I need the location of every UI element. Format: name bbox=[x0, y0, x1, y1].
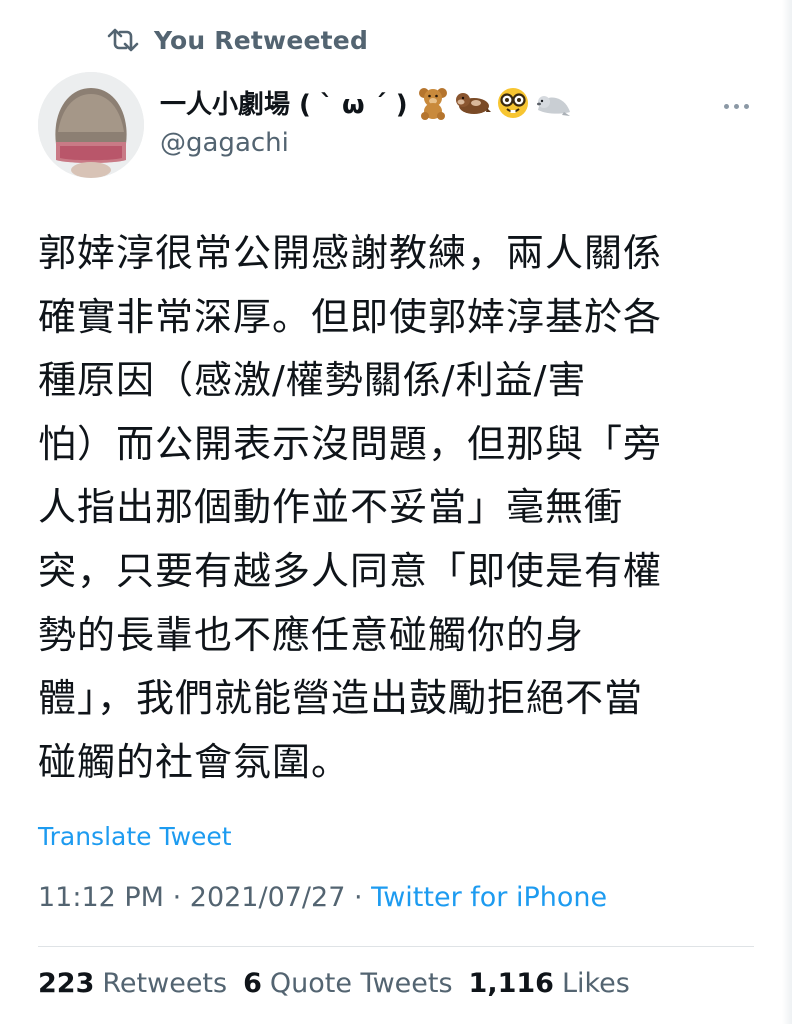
tweet-line: 碰觸的社會氛圍。 bbox=[38, 739, 351, 784]
retweets-count: 223 bbox=[38, 968, 95, 999]
more-dot-icon bbox=[743, 103, 749, 109]
tweet-line: 勢的長輩也不應任意碰觸你的身 bbox=[38, 612, 585, 657]
tweet-line: 人指出那個動作並不妥當」毫無衝 bbox=[38, 485, 624, 530]
tweet-line: 突，只要有越多人同意「即使是有權 bbox=[38, 548, 663, 593]
retweets-label: Retweets bbox=[102, 968, 228, 999]
retweets-stat[interactable]: 223 Retweets bbox=[38, 968, 227, 999]
more-dot-icon bbox=[723, 103, 729, 109]
display-name: 一人小劇場 ( ˋ ω ˊ ) bbox=[160, 90, 408, 120]
name-emojis bbox=[416, 86, 572, 120]
author-handle[interactable]: @gagachi bbox=[160, 128, 289, 158]
quote-tweets-stat[interactable]: 6 Quote Tweets bbox=[243, 968, 452, 999]
meta-separator: · bbox=[353, 882, 363, 913]
translate-tweet-link[interactable]: Translate Tweet bbox=[38, 822, 232, 851]
tweet-meta: 11:12 PM · 2021/07/27 · Twitter for iPho… bbox=[38, 882, 607, 913]
tweet-line: 怕）而公開表示沒問題，但那與「旁 bbox=[38, 421, 663, 466]
divider bbox=[38, 946, 754, 947]
nerd-face-icon bbox=[496, 86, 530, 120]
tweet-text: 郭婞淳很常公開感謝教練，兩人關係 確實非常深厚。但即使郭婞淳基於各 種原因（感激… bbox=[38, 222, 758, 794]
tweet-time[interactable]: 11:12 PM bbox=[38, 882, 164, 913]
more-options-button[interactable] bbox=[718, 92, 754, 120]
likes-count: 1,116 bbox=[468, 968, 554, 999]
more-dot-icon bbox=[733, 103, 739, 109]
quote-tweets-label: Quote Tweets bbox=[269, 968, 453, 999]
tweet-line: 體」，我們就能營造出鼓勵拒絕不當 bbox=[38, 676, 644, 721]
tweet-date[interactable]: 2021/07/27 bbox=[190, 882, 346, 913]
likes-label: Likes bbox=[561, 968, 630, 999]
likes-stat[interactable]: 1,116 Likes bbox=[469, 968, 630, 999]
retweet-label: You Retweeted bbox=[154, 25, 369, 55]
otter-icon bbox=[454, 86, 492, 120]
retweet-banner[interactable]: You Retweeted bbox=[106, 20, 368, 60]
tweet-line: 郭婞淳很常公開感謝教練，兩人關係 bbox=[38, 231, 663, 275]
engagement-stats: 223 Retweets 6 Quote Tweets 1,116 Likes bbox=[38, 968, 630, 999]
avatar[interactable] bbox=[38, 72, 144, 178]
author-name[interactable]: 一人小劇場 ( ˋ ω ˊ ) bbox=[160, 84, 572, 121]
tweet-source-link[interactable]: Twitter for iPhone bbox=[371, 882, 607, 913]
window-edge bbox=[782, 0, 792, 1024]
meta-separator: · bbox=[172, 882, 182, 913]
retweet-icon bbox=[106, 27, 140, 53]
tweet-line: 確實非常深厚。但即使郭婞淳基於各 bbox=[38, 294, 663, 339]
seal-icon bbox=[534, 86, 572, 120]
quote-tweets-count: 6 bbox=[243, 968, 262, 999]
tweet-line: 種原因（感激/權勢關係/利益/害 bbox=[38, 358, 587, 403]
teddy-bear-icon bbox=[416, 86, 450, 120]
